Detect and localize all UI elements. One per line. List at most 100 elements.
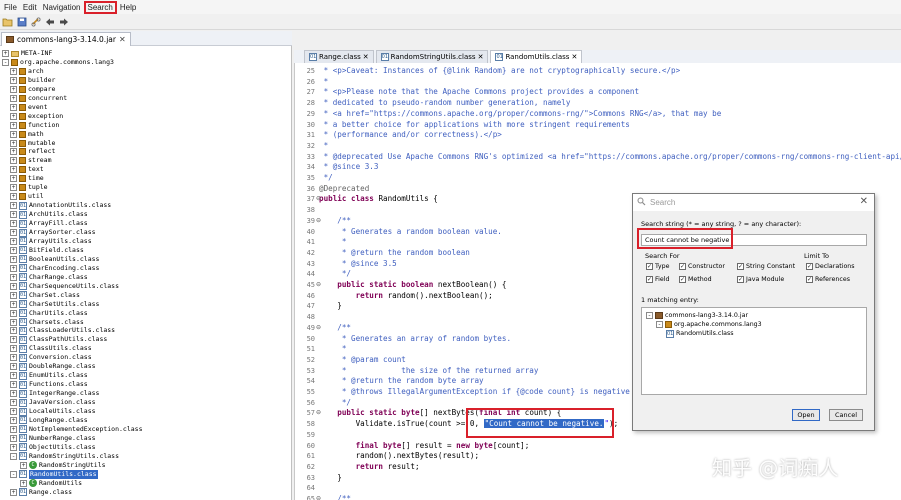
tree-item-event[interactable]: + event	[10, 103, 48, 112]
tree-item-classloaderutils-class[interactable]: +01 ClassLoaderUtils.class	[10, 326, 115, 335]
expand-icon[interactable]: +	[10, 237, 17, 245]
result-item-commons-lang3-3-14-0-jar[interactable]: - commons-lang3-3.14.0.jar	[646, 311, 748, 320]
fold-toggle-icon[interactable]: ⊖	[316, 494, 321, 500]
tree-item-charset-class[interactable]: +01 CharSet.class	[10, 291, 80, 300]
menu-edit[interactable]: Edit	[20, 1, 40, 14]
expand-icon[interactable]: +	[10, 381, 17, 389]
tree-item-localeutils-class[interactable]: +01 LocaleUtils.class	[10, 407, 96, 416]
checkbox-icon[interactable]: ✓	[646, 276, 653, 283]
close-icon[interactable]: ✕	[571, 53, 577, 61]
result-item-org-apache-commons-lang3[interactable]: - org.apache.commons.lang3	[656, 320, 762, 329]
tree-item-time[interactable]: + time	[10, 174, 44, 183]
search-for-method-checkbox[interactable]: ✓ Method	[679, 276, 712, 283]
expand-icon[interactable]: +	[10, 327, 17, 335]
expand-icon[interactable]: +	[10, 211, 17, 219]
expand-icon[interactable]: +	[10, 291, 17, 299]
tree-item-annotationutils-class[interactable]: +01 AnnotationUtils.class	[10, 201, 111, 210]
forward-arrow-icon[interactable]	[58, 16, 69, 27]
tree-item-bitfield-class[interactable]: +01 BitField.class	[10, 246, 84, 255]
cancel-button[interactable]: Cancel	[829, 409, 863, 421]
expand-icon[interactable]: +	[10, 76, 17, 84]
tree-item-numberrange-class[interactable]: +01 NumberRange.class	[10, 434, 96, 443]
tree-item-randomutils-class[interactable]: -01 RandomUtils.class	[10, 469, 98, 479]
fold-toggle-icon[interactable]: ⊖	[316, 408, 321, 419]
open-button[interactable]: Open	[792, 409, 820, 421]
tree-item-archutils-class[interactable]: +01 ArchUtils.class	[10, 210, 88, 219]
tree-item-tuple[interactable]: + tuple	[10, 183, 48, 192]
tree-item-longrange-class[interactable]: +01 LongRange.class	[10, 416, 88, 425]
open-file-icon[interactable]	[2, 16, 13, 27]
close-icon[interactable]: ✕	[478, 53, 484, 61]
expand-icon[interactable]: +	[10, 220, 17, 228]
tree-item-charutils-class[interactable]: +01 CharUtils.class	[10, 309, 88, 318]
expand-icon[interactable]: +	[10, 318, 17, 326]
expand-icon[interactable]: +	[10, 336, 17, 344]
expand-icon[interactable]: +	[10, 175, 17, 183]
expand-icon[interactable]: +	[10, 264, 17, 272]
close-icon[interactable]: ✕	[860, 196, 868, 207]
expand-icon[interactable]: +	[10, 148, 17, 156]
expand-icon[interactable]: +	[10, 443, 17, 451]
expand-icon[interactable]: +	[10, 112, 17, 120]
expand-icon[interactable]: +	[10, 345, 17, 353]
expand-icon[interactable]: +	[10, 390, 17, 398]
expand-icon[interactable]: +	[2, 50, 9, 57]
tree-item-util[interactable]: + util	[10, 192, 44, 201]
tree-item-charencoding-class[interactable]: +01 CharEncoding.class	[10, 264, 99, 273]
expand-icon[interactable]: +	[10, 85, 17, 93]
checkbox-icon[interactable]: ✓	[737, 276, 744, 283]
expand-icon[interactable]: +	[10, 488, 17, 496]
back-arrow-icon[interactable]	[44, 16, 55, 27]
expand-icon[interactable]: +	[10, 399, 17, 407]
expand-icon[interactable]: +	[10, 184, 17, 192]
expand-icon[interactable]: +	[10, 363, 17, 371]
expand-icon[interactable]: +	[10, 229, 17, 236]
jar-file-tab[interactable]: commons-lang3-3.14.0.jar ✕	[1, 32, 131, 46]
expand-icon[interactable]: +	[10, 425, 17, 433]
tree-item-randomstringutils-class[interactable]: -01 RandomStringUtils.class	[10, 452, 119, 461]
expand-icon[interactable]: +	[10, 157, 17, 165]
checkbox-icon[interactable]: ✓	[806, 263, 813, 270]
expand-icon[interactable]: +	[10, 246, 17, 254]
close-icon[interactable]: ✕	[363, 53, 369, 61]
expand-icon[interactable]: +	[10, 309, 17, 317]
tree-item-math[interactable]: + math	[10, 130, 44, 139]
expand-icon[interactable]: +	[10, 94, 17, 102]
expand-icon[interactable]: +	[10, 121, 17, 129]
expand-icon[interactable]: +	[20, 479, 27, 487]
expand-icon[interactable]: +	[10, 354, 17, 362]
limit-to-references-checkbox[interactable]: ✓ References	[806, 276, 850, 283]
menu-help[interactable]: Help	[117, 1, 139, 14]
tree-item-exception[interactable]: + exception	[10, 112, 63, 121]
fold-toggle-icon[interactable]: ⊖	[316, 194, 321, 205]
expand-icon[interactable]: +	[10, 273, 17, 281]
expand-icon[interactable]: +	[10, 255, 17, 263]
tree-item-javaversion-class[interactable]: +01 JavaVersion.class	[10, 398, 96, 407]
search-for-java-module-checkbox[interactable]: ✓ Java Module	[737, 276, 784, 283]
editor-tab-randomutils-class[interactable]: 01 RandomUtils.class ✕	[490, 50, 583, 63]
tree-item-randomutils[interactable]: + C RandomUtils	[20, 479, 82, 488]
tree-item-concurrent[interactable]: + concurrent	[10, 94, 67, 103]
tree-item-compare[interactable]: + compare	[10, 85, 55, 94]
collapse-icon[interactable]: -	[10, 470, 17, 478]
search-for-type-checkbox[interactable]: ✓ Type	[646, 263, 669, 270]
expand-icon[interactable]: +	[10, 139, 17, 147]
expand-icon[interactable]: +	[10, 416, 17, 424]
tree-item-meta-inf[interactable]: + META-INF	[2, 49, 52, 58]
tree-item-arraysorter-class[interactable]: +01 ArraySorter.class	[10, 228, 96, 237]
tree-item-classutils-class[interactable]: +01 ClassUtils.class	[10, 344, 92, 353]
tree-item-booleanutils-class[interactable]: +01 BooleanUtils.class	[10, 255, 99, 264]
tree-item-reflect[interactable]: + reflect	[10, 147, 55, 156]
link-icon[interactable]	[30, 16, 41, 27]
tree-item-doublerange-class[interactable]: +01 DoubleRange.class	[10, 362, 96, 371]
limit-to-declarations-checkbox[interactable]: ✓ Declarations	[806, 263, 855, 270]
tree-item-range-class[interactable]: +01 Range.class	[10, 488, 72, 497]
tree-item-classpathutils-class[interactable]: +01 ClassPathUtils.class	[10, 335, 107, 344]
expand-icon[interactable]: +	[10, 372, 17, 380]
tree-item-objectutils-class[interactable]: +01 ObjectUtils.class	[10, 443, 96, 452]
tree-item-arch[interactable]: + arch	[10, 67, 44, 76]
tree-item-arrayfill-class[interactable]: +01 ArrayFill.class	[10, 219, 88, 228]
tree-item-charsetutils-class[interactable]: +01 CharSetUtils.class	[10, 300, 99, 309]
menu-file[interactable]: File	[1, 1, 20, 14]
menu-search[interactable]: Search	[83, 0, 117, 14]
